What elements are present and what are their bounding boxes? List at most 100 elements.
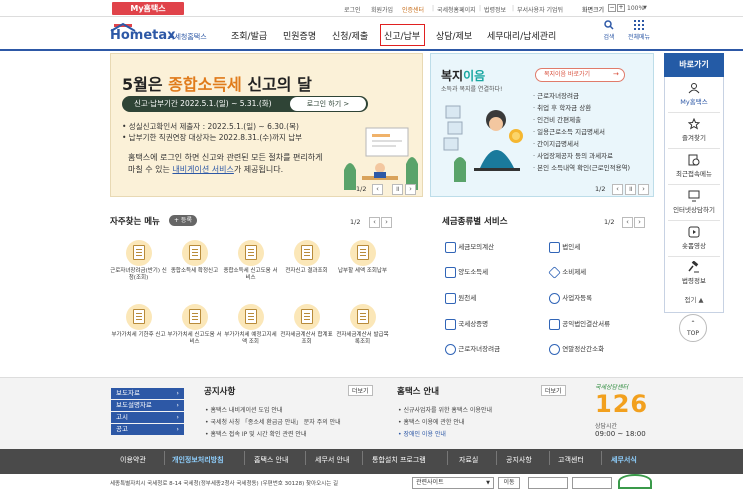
search-button[interactable]: 검색 [600, 20, 618, 41]
favorites-next-button[interactable]: › [381, 217, 392, 228]
banner1-prev-button[interactable]: ‹ [372, 184, 383, 195]
guide-item[interactable]: • 신규사업자를 위한 홈택스 이용안내 [398, 405, 492, 414]
quick-my-hometax[interactable]: My홈택스 [664, 82, 724, 106]
welfare-item[interactable]: · 일용근로소득 지급명세서 [533, 126, 605, 136]
notice-item[interactable]: • 홈택스 접속 IP 및 시간 확인 관련 안내 [205, 429, 306, 438]
hometax-guide-more-button[interactable]: 더보기 [541, 385, 566, 396]
favorite-item[interactable]: 부가가치세 신고도움 서비스 [166, 304, 223, 346]
dept-user-link[interactable]: 부서사용자 기업뒤 [517, 5, 563, 14]
quick-recent-menu[interactable]: 최근접속메뉴 [664, 154, 724, 178]
zoom-in-button[interactable]: + [617, 4, 625, 12]
divider [496, 451, 497, 465]
banner2-next-button[interactable]: › [638, 184, 649, 195]
service-year-end-settlement[interactable]: 연말정산간소화 [549, 343, 604, 355]
divider [668, 184, 720, 185]
quick-online-consult[interactable]: 인터넷상담하기 [664, 190, 724, 214]
notice-item[interactable]: • 홈택스 내비게이션 도입 안내 [205, 405, 282, 414]
signup-link[interactable]: 회원가입 [371, 5, 393, 14]
quick-law-info[interactable]: 법령정보 [664, 260, 724, 285]
menu-application[interactable]: 신청/제출 [332, 29, 368, 42]
install-program-link[interactable]: 통합설치 프로그램 [372, 455, 426, 465]
service-withholding[interactable]: 원천세 [445, 292, 476, 304]
favorite-item[interactable]: 전자세금계산서 발급목록조회 [334, 304, 391, 346]
welfare-item[interactable]: · 인건비 간편제출 [533, 114, 581, 124]
banner1-pause-button[interactable]: ॥ [392, 184, 403, 195]
law-info-link[interactable]: 법령정보 [484, 5, 506, 14]
favorite-item[interactable]: 종합소득세 확정신고 [166, 240, 223, 275]
welfare-item[interactable]: · 간이지급명세서 [533, 138, 579, 148]
navigation-service-link[interactable]: 내비게이션 서비스 [172, 165, 233, 174]
all-menu-button[interactable]: 전체메뉴 [624, 20, 654, 41]
welfare-item[interactable]: · 본인 소득내역 확인(근로인적용역) [533, 162, 630, 172]
library-link[interactable]: 자료실 [459, 455, 478, 465]
related-sites-select[interactable]: 관련사이트 ▼ [412, 477, 494, 489]
guide-item[interactable]: • 홈택스 이용에 관한 안내 [398, 417, 464, 426]
cert-center-link[interactable]: 인증센터 [402, 5, 424, 14]
press-release-button[interactable]: 보도자료 › [111, 388, 184, 399]
banner2-pause-button[interactable]: ॥ [625, 184, 636, 195]
hometax-guide-link[interactable]: 홈택스 안내 [254, 455, 288, 465]
favorite-item[interactable]: 근로자녀장려금(반기) 신청(조회) [110, 240, 167, 282]
favorite-item[interactable]: 전자신고 결과조회 [278, 240, 335, 275]
banner-illustration [344, 127, 418, 190]
customer-center-link[interactable]: 고객센터 [558, 455, 584, 465]
favorite-item[interactable]: 부가가치세 기한후 신고 [110, 304, 167, 339]
favorite-item[interactable]: 부가가치세 예정고지세액 조회 [222, 304, 279, 346]
divider [549, 451, 550, 465]
privacy-policy-link[interactable]: 개인정보처리방침 [172, 455, 224, 465]
login-link[interactable]: 로그인 [344, 5, 361, 14]
nts-homepage-link[interactable]: 국세청홈페이지 [437, 5, 476, 14]
logo-sub: 국세청홈택스 [168, 33, 207, 41]
terms-link[interactable]: 이용약관 [120, 455, 146, 465]
welfare-shortcut-button[interactable]: 복지이음 바로가기 [535, 68, 625, 82]
quick-favorites[interactable]: 즐겨찾기 [664, 117, 724, 142]
zoom-dropdown-icon[interactable]: ▼ [643, 5, 647, 11]
search-icon [604, 20, 614, 30]
banner-bullet: • 납부기한 직권연장 대상자는 2022.8.31.(수)까지 납부 [122, 133, 303, 142]
notice-more-button[interactable]: 더보기 [348, 385, 373, 396]
menu-consultation[interactable]: 상담/제보 [436, 29, 472, 42]
tax-forms-link[interactable]: 세무서식 [611, 455, 637, 465]
service-capital-gains[interactable]: 양도소득세 [445, 266, 488, 278]
press-explanation-button[interactable]: 보도설명자료 › [111, 400, 184, 411]
notice-link[interactable]: 공지사항 [506, 455, 532, 465]
my-hometax-tab[interactable]: My홈택스 [112, 2, 184, 15]
menu-inquiry[interactable]: 조회/발급 [231, 29, 267, 42]
favorite-item[interactable]: 종합소득세 신고도움 서비스 [222, 240, 279, 282]
banner2-prev-button[interactable]: ‹ [612, 184, 623, 195]
tax-services-next-button[interactable]: › [634, 217, 645, 228]
chevron-down-icon: ▼ [486, 480, 490, 486]
banner-login-button[interactable]: 로그인 하기 > [290, 97, 366, 111]
service-earned-income-credit[interactable]: 근로자녀장려금 [445, 343, 500, 355]
favorites-add-button[interactable]: + 등록 [169, 215, 197, 226]
notice-gosi-button[interactable]: 고시 › [111, 412, 184, 423]
welfare-item[interactable]: · 사업장제공자 등의 과세자료 [533, 150, 613, 160]
quick-collapse-button[interactable]: 접기 ▲ [664, 294, 724, 304]
service-consumption-tax[interactable]: 소비제세 [548, 265, 586, 279]
menu-tax-agent[interactable]: 세무대리/납세관리 [487, 29, 556, 42]
welfare-subtitle: 소득과 복지를 연결하다! [441, 86, 503, 93]
banner1-next-button[interactable]: › [405, 184, 416, 195]
service-public-interest-corp[interactable]: 공익법인결산서류 [549, 318, 610, 330]
go-button[interactable]: 이동 [498, 477, 520, 489]
tax-services-prev-button[interactable]: ‹ [622, 217, 633, 228]
scroll-top-button[interactable]: ⌃ TOP [679, 314, 707, 342]
service-business-registration[interactable]: 사업자등록 [549, 292, 592, 304]
welfare-item[interactable]: · 취업 후 학자금 상환 [533, 102, 591, 112]
favorite-item[interactable]: 납부할 세액 조회납부 [334, 240, 391, 275]
guide-item[interactable]: • 장애인 이용 안내 [398, 429, 446, 438]
quick-short-video[interactable]: 숏폼영상 [664, 226, 724, 250]
menu-certificates[interactable]: 민원증명 [283, 29, 316, 42]
service-corporate-tax[interactable]: 법인세 [549, 241, 580, 253]
favorites-prev-button[interactable]: ‹ [369, 217, 380, 228]
menu-report-payment[interactable]: 신고/납부 [384, 29, 420, 42]
zoom-out-button[interactable]: − [608, 4, 616, 12]
welfare-item[interactable]: · 근로자녀장려금 [533, 90, 579, 100]
service-tax-certificate[interactable]: 국세상증명 [445, 318, 488, 330]
service-tax-calculator[interactable]: 세금모의계산 [445, 241, 494, 253]
star-icon [687, 117, 701, 130]
favorite-item[interactable]: 전자세금계산서 합계표조회 [278, 304, 335, 346]
notice-item[interactable]: • 국세청 사칭 「종소세 환급금 안내」 문자 주의 안내 [205, 417, 341, 426]
announcement-button[interactable]: 공고 › [111, 424, 184, 435]
tax-office-link[interactable]: 세무서 안내 [315, 455, 349, 465]
